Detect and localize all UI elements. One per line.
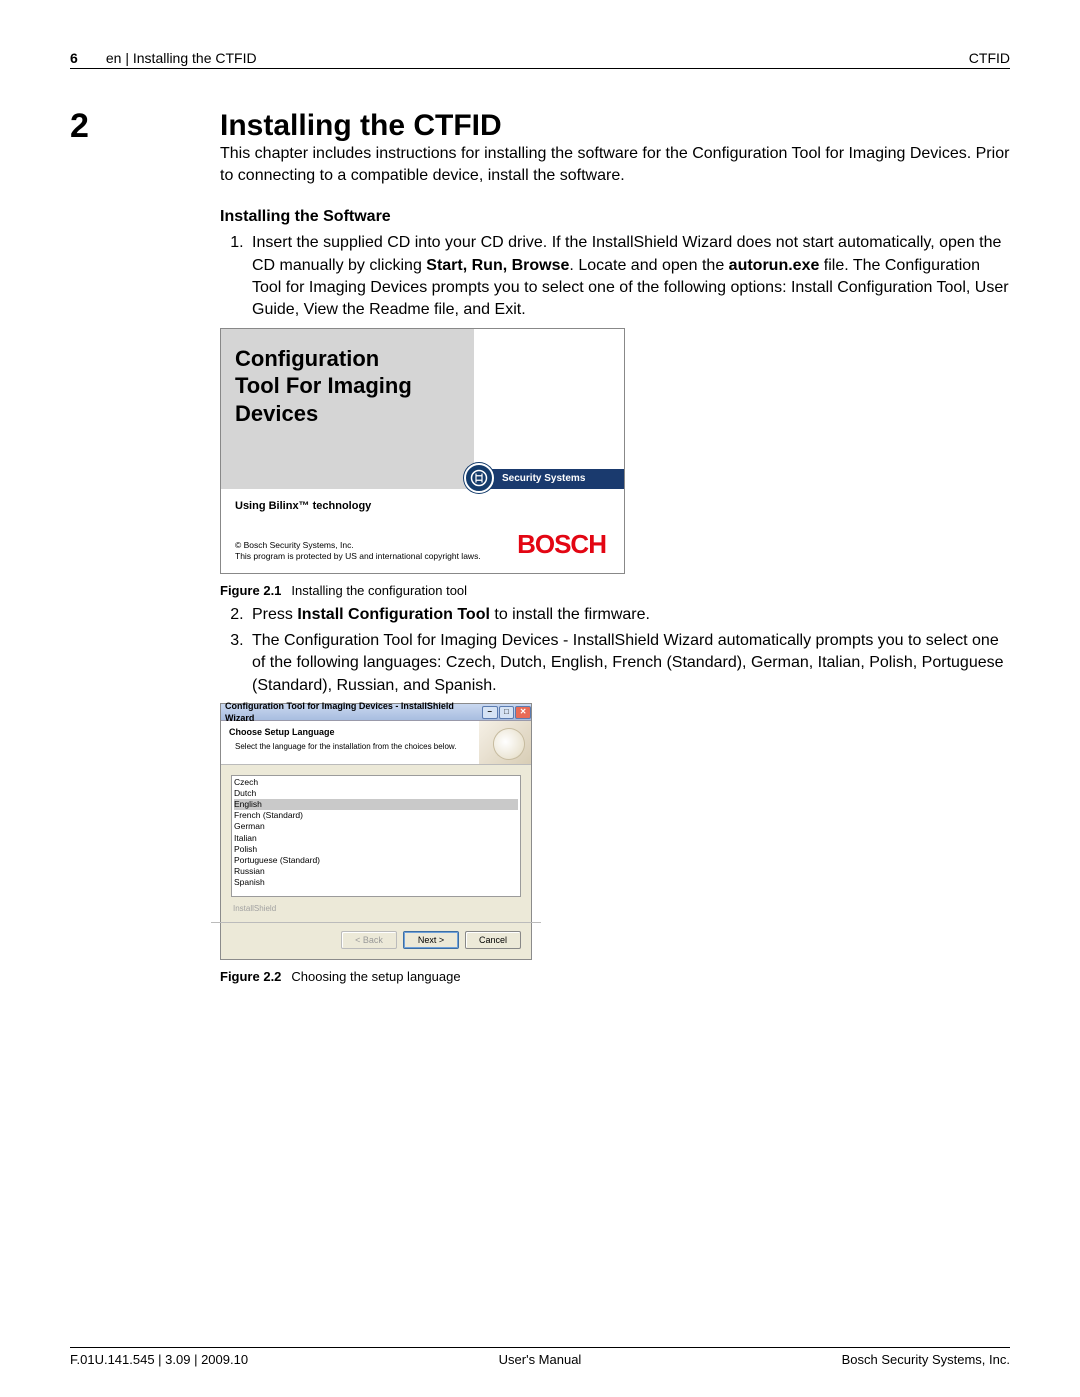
section-number: 2: [70, 109, 220, 143]
wizard-heading: Choose Setup Language: [229, 726, 471, 739]
close-button[interactable]: ✕: [515, 706, 531, 719]
header-right: CTFID: [969, 50, 1010, 66]
intro-text: This chapter includes instructions for i…: [220, 143, 1010, 188]
subheading: Installing the Software: [220, 206, 1010, 228]
breadcrumb: en | Installing the CTFID: [106, 50, 257, 66]
running-footer: F.01U.141.545 | 3.09 | 2009.10 User's Ma…: [70, 1347, 1010, 1367]
minimize-button[interactable]: –: [482, 706, 498, 719]
language-option[interactable]: Russian: [234, 866, 518, 877]
step-3: The Configuration Tool for Imaging Devic…: [248, 630, 1010, 697]
footer-left: F.01U.141.545 | 3.09 | 2009.10: [70, 1352, 383, 1367]
figure-2-1-splash: Configuration Tool For Imaging Devices S…: [220, 328, 625, 574]
wizard-subheading: Select the language for the installation…: [229, 741, 471, 752]
steps-list: Insert the supplied CD into your CD driv…: [220, 232, 1010, 322]
figure-2-2-wizard: Configuration Tool for Imaging Devices -…: [220, 703, 532, 960]
footer-mid: User's Manual: [383, 1352, 696, 1367]
section-heading: 2 Installing the CTFID: [70, 109, 1010, 143]
cancel-button[interactable]: Cancel: [465, 931, 521, 949]
wizard-header: Choose Setup Language Select the languag…: [221, 721, 531, 765]
language-listbox[interactable]: CzechDutchEnglishFrench (Standard)German…: [231, 775, 521, 897]
language-option[interactable]: Italian: [234, 833, 518, 844]
splash-subtitle: Using Bilinx™ technology: [221, 489, 624, 520]
splash-white-panel: [474, 329, 624, 469]
step-2: Press Install Configuration Tool to inst…: [248, 604, 1010, 626]
language-option[interactable]: Portuguese (Standard): [234, 855, 518, 866]
running-header: 6 en | Installing the CTFID CTFID: [70, 50, 1010, 69]
language-option[interactable]: Spanish: [234, 877, 518, 888]
installshield-brand: InstallShield: [231, 897, 521, 918]
figure-2-2-caption: Figure 2.2Choosing the setup language: [220, 968, 1010, 986]
language-option[interactable]: Dutch: [234, 788, 518, 799]
steps-list-cont: Press Install Configuration Tool to inst…: [220, 604, 1010, 698]
language-option[interactable]: French (Standard): [234, 810, 518, 821]
back-button[interactable]: < Back: [341, 931, 397, 949]
language-option[interactable]: German: [234, 821, 518, 832]
splash-title: Configuration Tool For Imaging Devices: [221, 329, 474, 469]
security-systems-label: Security Systems: [502, 472, 585, 486]
wizard-banner-icon: [479, 721, 531, 764]
wizard-titlebar: Configuration Tool for Imaging Devices -…: [221, 704, 531, 721]
splash-bar: Security Systems: [221, 469, 624, 489]
splash-copyright: © Bosch Security Systems, Inc. This prog…: [235, 540, 517, 562]
footer-right: Bosch Security Systems, Inc.: [697, 1352, 1010, 1367]
language-option[interactable]: Polish: [234, 844, 518, 855]
page-number: 6: [70, 50, 88, 66]
bosch-anchor-icon: [464, 463, 494, 493]
bosch-logo: BOSCH: [517, 526, 610, 562]
language-option[interactable]: Czech: [234, 777, 518, 788]
language-option[interactable]: English: [234, 799, 518, 810]
figure-2-1-caption: Figure 2.1Installing the configuration t…: [220, 582, 1010, 600]
maximize-button[interactable]: □: [499, 706, 515, 719]
next-button[interactable]: Next >: [403, 931, 459, 949]
section-title: Installing the CTFID: [220, 109, 502, 143]
step-1: Insert the supplied CD into your CD driv…: [248, 232, 1010, 322]
